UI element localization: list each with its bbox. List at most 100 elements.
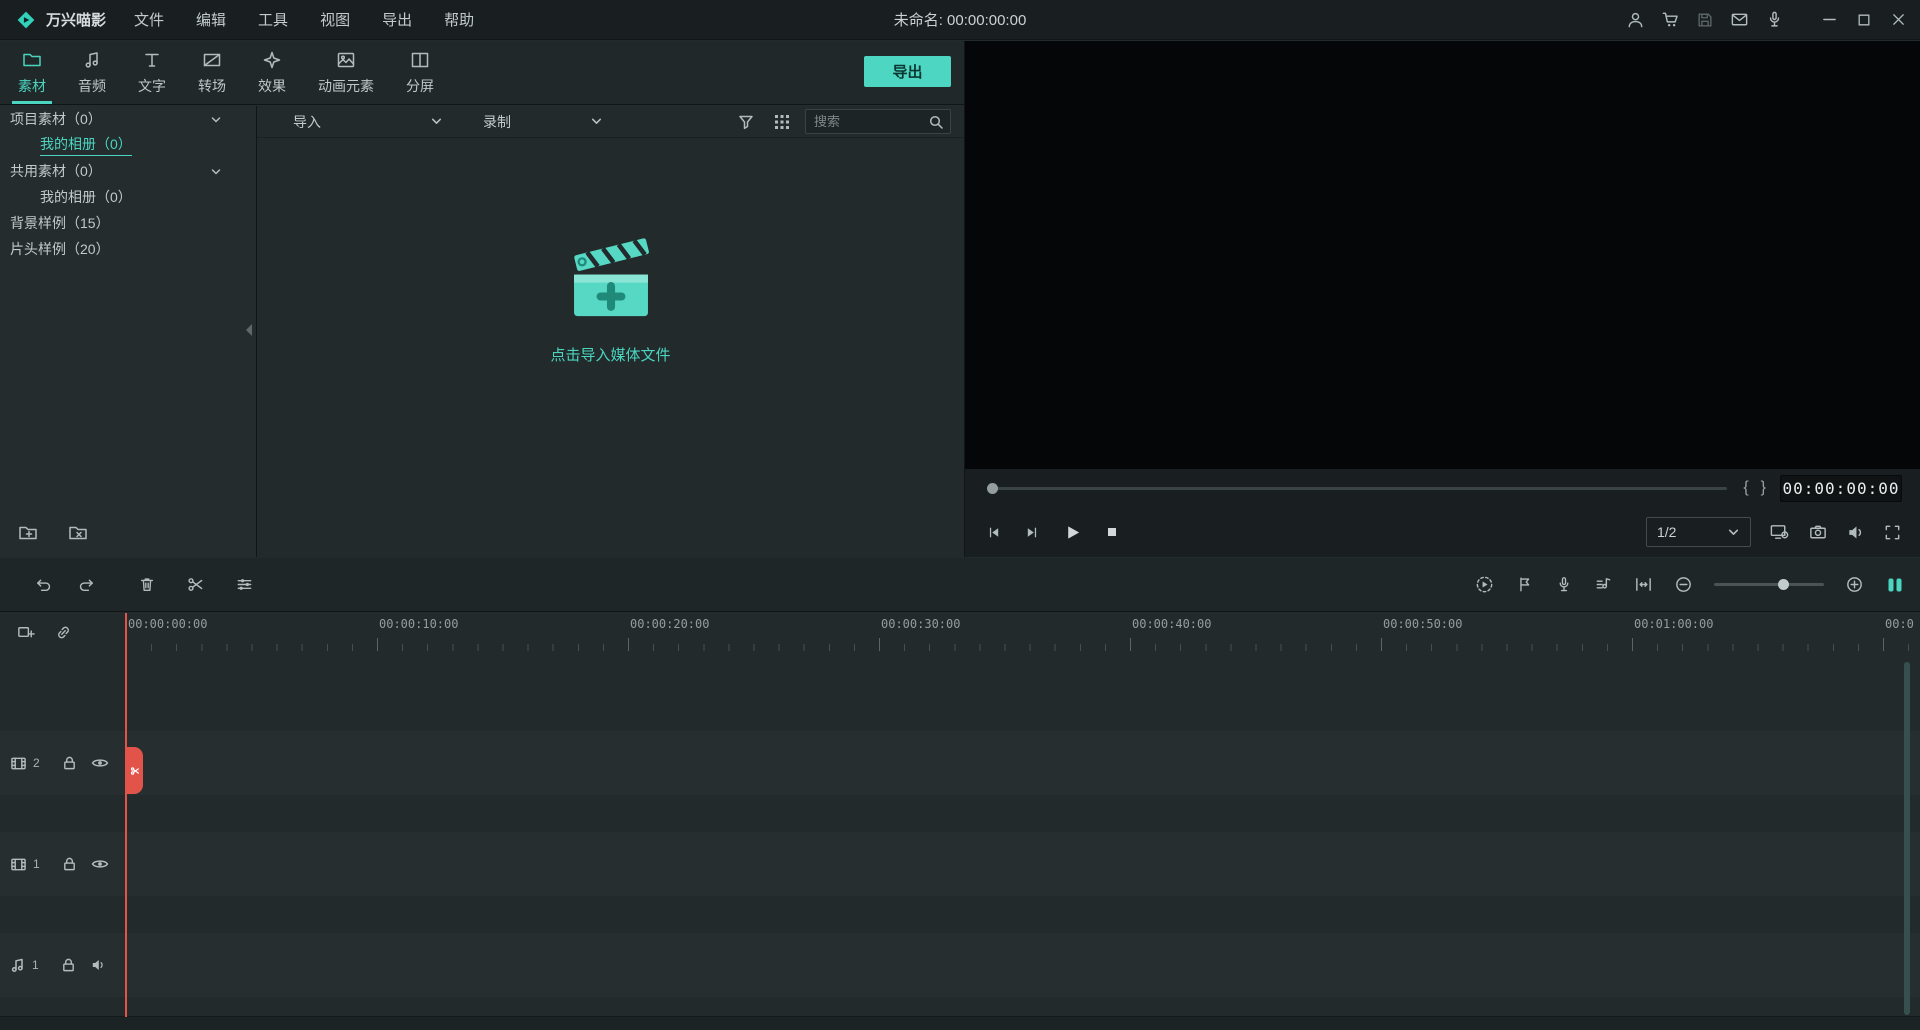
timeline-vertical-scrollbar[interactable] [1904, 662, 1910, 1015]
music-note-icon [85, 51, 98, 68]
marker-flag-icon[interactable] [1516, 575, 1534, 594]
menu-file[interactable]: 文件 [134, 9, 164, 30]
menu-edit[interactable]: 编辑 [196, 9, 226, 30]
undo-icon[interactable] [34, 575, 53, 594]
menu-help[interactable]: 帮助 [444, 9, 474, 30]
add-folder-icon[interactable] [18, 523, 40, 543]
chevron-down-icon [591, 118, 602, 124]
redo-icon[interactable] [77, 575, 96, 594]
zoom-out-icon[interactable] [1674, 575, 1693, 594]
playhead-cut-handle[interactable] [126, 747, 143, 794]
compare-view-icon[interactable] [1885, 575, 1905, 595]
tab-audio[interactable]: 音频 [72, 41, 112, 104]
timeline-ruler[interactable]: 00:00:00:00 00:00:10:00 00:00:20:00 00:0… [126, 613, 1920, 652]
sidebar-item-my-album-shared[interactable]: 我的相册（0） [0, 184, 256, 210]
chevron-down-icon[interactable] [210, 166, 222, 178]
sidebar-item-intro-samples[interactable]: 片头样例（20） [0, 236, 256, 262]
sidebar-item-background-samples[interactable]: 背景样例（15） [0, 210, 256, 236]
track-number: 1 [32, 958, 39, 972]
tab-label: 效果 [258, 77, 286, 94]
tab-transitions[interactable]: 转场 [192, 41, 232, 104]
video-viewport [965, 41, 1920, 469]
export-button[interactable]: 导出 [864, 56, 951, 87]
menu-tools[interactable]: 工具 [258, 9, 288, 30]
filter-icon[interactable] [737, 113, 755, 131]
sidebar-item-my-album-project[interactable]: 我的相册（0） [0, 132, 256, 158]
play-button[interactable] [1063, 523, 1082, 542]
eye-icon[interactable] [91, 756, 109, 770]
audio-track-1-header: 1 [0, 933, 126, 997]
zoom-to-fit-icon[interactable] [1634, 575, 1653, 594]
tab-splitscreen[interactable]: 分屏 [400, 41, 440, 104]
sidebar-item-shared-media[interactable]: 共用素材（0） [0, 158, 256, 184]
audio-track-1-lane[interactable] [0, 933, 1920, 997]
transition-icon [203, 53, 221, 66]
tab-media[interactable]: 素材 [12, 41, 52, 104]
seek-bar[interactable] [987, 482, 1728, 494]
display-settings-icon[interactable] [1769, 522, 1790, 542]
video-track-1-lane[interactable] [0, 832, 1920, 896]
lock-icon[interactable] [62, 755, 77, 771]
sidebar-item-project-media[interactable]: 项目素材（0） [0, 106, 256, 132]
add-to-track-icon[interactable] [16, 623, 36, 642]
search-box[interactable] [805, 109, 1016, 134]
ruler-label: 00:00:10:00 [379, 617, 459, 631]
maximize-button[interactable] [1857, 13, 1871, 27]
clip-properties-icon[interactable] [235, 575, 254, 594]
delete-folder-icon[interactable] [68, 523, 90, 543]
link-clips-icon[interactable] [54, 623, 73, 642]
save-icon[interactable] [1696, 11, 1714, 29]
volume-icon[interactable] [1846, 523, 1865, 542]
seek-handle[interactable] [987, 482, 998, 494]
minimize-button[interactable] [1822, 12, 1837, 27]
audio-beat-icon[interactable] [1594, 575, 1613, 594]
eye-icon[interactable] [91, 857, 109, 871]
media-panel: 导入 录制 搜索 点击导入媒体文件 [257, 106, 1016, 557]
preview-zoom-dropdown[interactable]: 1/2 [1646, 517, 1751, 547]
previous-frame-button[interactable] [985, 524, 1002, 541]
mute-speaker-icon[interactable] [90, 957, 106, 973]
transport-controls [985, 523, 1120, 542]
record-dropdown[interactable]: 录制 [483, 106, 603, 137]
tab-text[interactable]: 文字 [132, 41, 172, 104]
sidebar-collapse-handle[interactable] [246, 324, 252, 336]
render-preview-icon[interactable] [1474, 574, 1495, 595]
asset-tabbar: 素材 音频 文字 转场 效果 动画元素 分屏 导出 [0, 41, 964, 105]
video-track-2-lane[interactable] [0, 731, 1920, 795]
snapshot-camera-icon[interactable] [1808, 523, 1828, 542]
import-media-dropzone[interactable]: 点击导入媒体文件 [257, 226, 964, 365]
sidebar-item-label: 共用素材（0） [10, 163, 102, 179]
delete-icon[interactable] [138, 575, 156, 594]
store-cart-icon[interactable] [1661, 10, 1680, 29]
effects-spark-icon [263, 51, 281, 68]
playhead[interactable] [125, 613, 127, 1017]
mail-icon[interactable] [1730, 10, 1749, 29]
tab-label: 文字 [138, 77, 166, 94]
zoom-in-icon[interactable] [1845, 575, 1864, 594]
menu-export[interactable]: 导出 [382, 9, 412, 30]
menu-view[interactable]: 视图 [320, 9, 350, 30]
chevron-down-icon[interactable] [210, 114, 222, 126]
track-number: 2 [33, 756, 40, 770]
voiceover-mic-icon[interactable] [1555, 575, 1573, 594]
grid-view-icon[interactable] [773, 113, 791, 131]
lock-icon[interactable] [62, 856, 77, 872]
stop-button[interactable] [1104, 524, 1120, 540]
lock-icon[interactable] [61, 957, 76, 973]
close-button[interactable] [1891, 12, 1906, 27]
next-frame-button[interactable] [1024, 524, 1041, 541]
ruler-label: 00:00:30:00 [881, 617, 961, 631]
zoom-slider-knob[interactable] [1777, 579, 1789, 590]
timeline-zoom-slider[interactable] [1714, 579, 1824, 590]
mark-out-icon[interactable]: } [1761, 479, 1766, 497]
tab-elements[interactable]: 动画元素 [312, 41, 380, 104]
ruler-label: 00:0 [1885, 617, 1914, 631]
mic-icon[interactable] [1765, 10, 1784, 29]
fullscreen-icon[interactable] [1883, 523, 1902, 542]
import-dropdown[interactable]: 导入 [293, 106, 443, 137]
search-icon[interactable] [927, 113, 945, 131]
account-icon[interactable] [1626, 10, 1645, 29]
mark-in-icon[interactable]: { [1743, 479, 1748, 497]
split-scissors-icon[interactable] [186, 575, 205, 594]
tab-effects[interactable]: 效果 [252, 41, 292, 104]
